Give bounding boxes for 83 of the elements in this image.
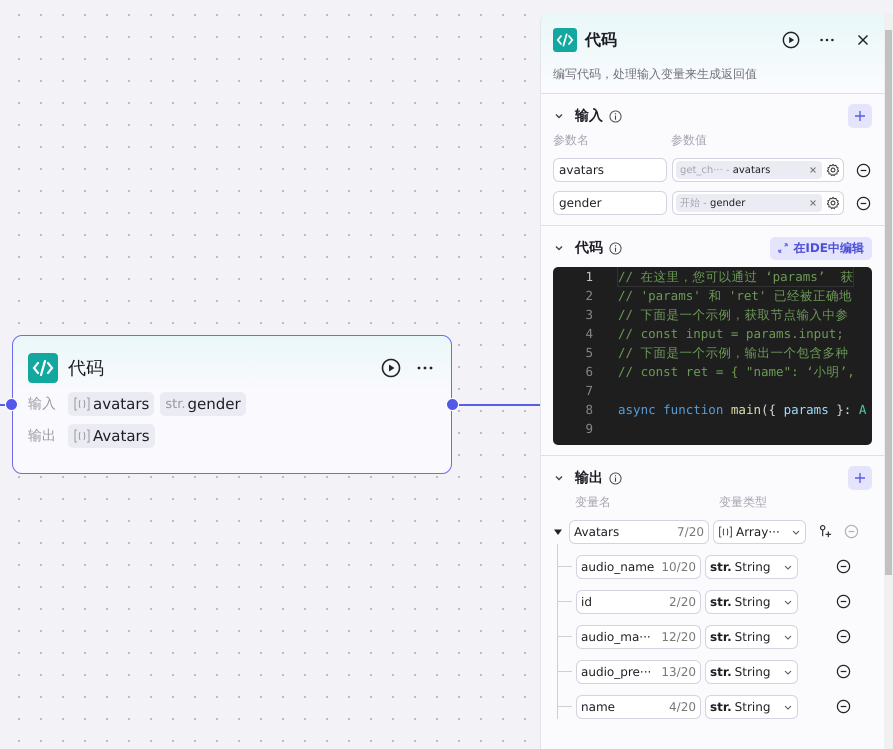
line-number: 1: [584, 268, 594, 286]
remove-icon[interactable]: [836, 699, 851, 714]
array-icon: [718, 526, 733, 538]
inputs-label: 输入: [28, 395, 57, 413]
settings-icon[interactable]: [826, 196, 840, 210]
input-field[interactable]: Avatars 7/20: [569, 520, 709, 544]
array-icon: [73, 429, 91, 443]
type-select[interactable]: str. String: [705, 660, 798, 684]
type-select[interactable]: str. String: [705, 554, 798, 578]
edit-in-ide-button[interactable]: 在IDE中编辑: [770, 236, 872, 260]
play-icon[interactable]: [782, 31, 800, 49]
input-field[interactable]: audio_pre··· 13/20: [576, 660, 701, 684]
column-header: 参数名: [553, 132, 590, 149]
code-line: // 在这里，您可以通过 ‘params’ 获: [618, 267, 854, 286]
code-line: // const ret = { "name": ‘小明’,: [618, 363, 855, 381]
panel-description: 编写代码，处理输入变量来生成返回值: [553, 66, 758, 83]
remove-icon[interactable]: [856, 196, 871, 210]
port-handle[interactable]: [446, 398, 459, 411]
plus-icon: [854, 110, 866, 122]
line-number: 5: [584, 344, 594, 362]
input-field[interactable]: id 2/20: [576, 590, 701, 614]
code-line: // 下面是一个示例，输出一个包含多种: [618, 344, 849, 362]
section-title: 输入: [575, 107, 603, 125]
input-field[interactable]: audio_ma··· 12/20: [576, 624, 701, 648]
variable-chip: str.gender: [160, 392, 246, 416]
line-number: 2: [584, 287, 594, 305]
column-header: 变量类型: [719, 494, 767, 511]
info-icon[interactable]: [609, 242, 622, 254]
add-button[interactable]: [848, 104, 872, 128]
clear-icon[interactable]: [808, 165, 818, 175]
code-line: async function main({ params }: A: [618, 401, 866, 419]
type-select[interactable]: Array···: [713, 520, 806, 544]
column-header: 变量名: [575, 494, 612, 511]
input-field[interactable]: name 4/20: [576, 694, 701, 718]
node-title: 代码: [68, 357, 104, 380]
section-title: 代码: [575, 239, 603, 257]
variable-select[interactable]: 开始 - gender: [672, 191, 844, 215]
add-child-icon[interactable]: [818, 524, 833, 539]
variable-chip: Avatars: [68, 424, 155, 448]
code-node[interactable]: 代码 输入 avatars str.gender 输出 Avatars: [12, 335, 452, 474]
code-line: // 'params' 和 'ret' 已经被正确地: [618, 287, 852, 305]
type-select[interactable]: str. String: [705, 624, 798, 648]
line-number: 3: [584, 306, 594, 324]
add-button[interactable]: [848, 466, 872, 490]
play-icon[interactable]: [381, 358, 401, 378]
input-field[interactable]: audio_name 10/20: [576, 554, 701, 578]
line-number: 6: [584, 363, 594, 381]
settings-icon[interactable]: [826, 163, 840, 177]
code-editor[interactable]: [553, 267, 872, 445]
line-number: 4: [584, 325, 594, 343]
variable-select[interactable]: get_ch··· - avatars: [672, 158, 844, 182]
panel-title: 代码: [585, 30, 617, 50]
remove-icon[interactable]: [836, 629, 851, 644]
variable-tag: 开始 - gender: [676, 194, 822, 212]
column-header: 参数值: [671, 132, 707, 149]
remove-icon[interactable]: [836, 594, 851, 609]
scrollbar[interactable]: [884, 14, 893, 749]
expand-icon: [778, 243, 788, 253]
plus-icon: [854, 472, 866, 484]
info-icon[interactable]: [609, 110, 622, 122]
remove-icon[interactable]: [856, 162, 871, 178]
clear-icon[interactable]: [808, 198, 818, 208]
array-icon: [73, 397, 91, 411]
section-title: 输出: [575, 469, 603, 487]
remove-icon[interactable]: [836, 664, 851, 679]
variable-chip: avatars: [68, 392, 154, 416]
info-icon[interactable]: [609, 472, 622, 484]
code-line: // 下面是一个示例，获取节点输入中参: [618, 306, 849, 324]
line-number: 9: [584, 420, 594, 438]
outputs-label: 输出: [28, 427, 57, 445]
port-handle[interactable]: [5, 398, 18, 411]
type-select[interactable]: str. String: [705, 590, 798, 614]
input-field[interactable]: gender: [553, 191, 667, 215]
variable-tag: get_ch··· - avatars: [676, 161, 822, 179]
code-icon: [28, 353, 58, 383]
type-select[interactable]: str. String: [705, 694, 798, 718]
line-number: 7: [584, 382, 594, 400]
remove-icon[interactable]: [836, 559, 851, 574]
code-line: // const input = params.input;: [618, 325, 844, 343]
line-number: 8: [584, 401, 594, 419]
code-icon: [553, 28, 577, 52]
input-field[interactable]: avatars: [553, 158, 667, 182]
expand-triangle-icon[interactable]: [553, 526, 563, 536]
